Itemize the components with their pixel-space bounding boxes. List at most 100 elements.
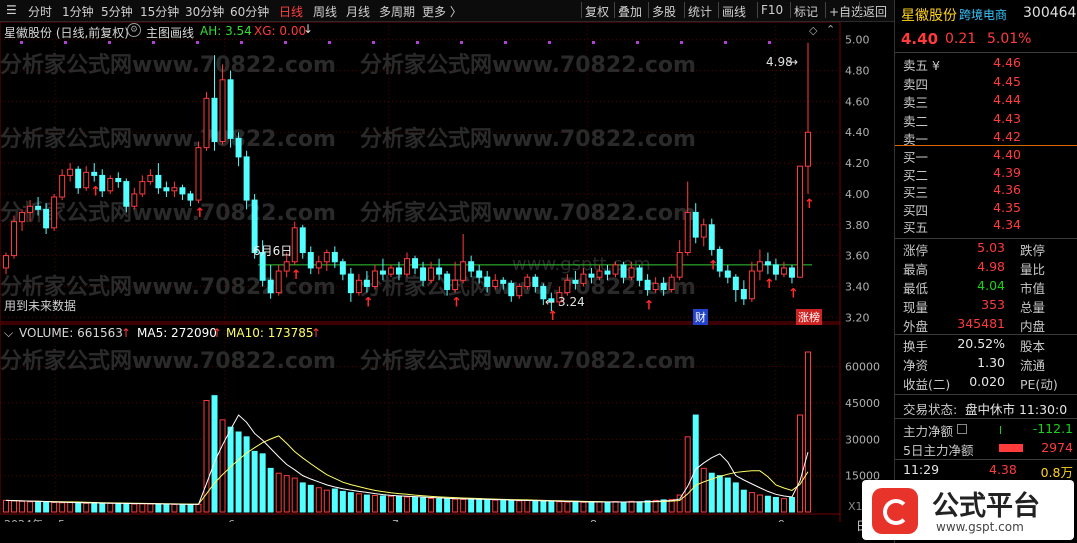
toolbar-item-6[interactable]: 日线 — [279, 3, 303, 20]
candle-body — [235, 137, 242, 158]
candle-body — [564, 279, 571, 294]
ask-row[interactable]: 卖二 4.43 — [895, 111, 1077, 129]
volume-bar — [115, 503, 122, 513]
toolbar-item-3[interactable]: 15分钟 — [140, 3, 179, 20]
volume-bar — [3, 499, 9, 513]
main-net5-label: 5日主力净额 — [903, 443, 974, 458]
toolbar-action-2[interactable]: 多股 — [652, 3, 676, 20]
volume-tick-label: 30000 — [845, 433, 880, 446]
volume-bar — [139, 503, 146, 513]
volume-bar — [516, 500, 523, 513]
volume-bar — [259, 453, 266, 513]
stat-row[interactable]: 现量 353 总量 — [895, 297, 1077, 315]
volume-bar — [716, 475, 723, 513]
toolbar-item-2[interactable]: 5分钟 — [101, 3, 133, 20]
signal-dot — [768, 41, 771, 44]
candle-body — [195, 147, 202, 201]
ma5-up-arrow-icon: ↑ — [212, 326, 223, 340]
stat2-row[interactable]: 净资 1.30 流通 — [895, 355, 1077, 373]
signal-dot — [680, 41, 683, 44]
volume-bar — [596, 501, 603, 513]
volume-bar — [355, 493, 362, 513]
stat2-value: 1.30 — [977, 355, 1005, 370]
chart-collapse-icon[interactable]: ⌵ — [4, 326, 13, 341]
bid-row[interactable]: 买五 4.34 — [895, 217, 1077, 235]
stat-row[interactable]: 涨停 5.03 跌停 — [895, 240, 1077, 258]
up-caret-icon[interactable]: ⌃ — [826, 23, 835, 36]
candle-body — [315, 261, 322, 269]
kline-chart-svg[interactable]: 5.00 4.80 4.60 4.40 4.20 4.00 3.80 3.60 3.40 3.20… — [0, 21, 890, 531]
brand-logo[interactable]: 公式平台 www.gspt.com — [862, 480, 1074, 540]
volume-bar — [540, 500, 547, 513]
settings-icon[interactable]: ⚙ — [127, 23, 141, 37]
stat-row[interactable]: 外盘 345481 内盘 — [895, 316, 1077, 334]
menu-icon[interactable]: ☰ — [6, 3, 17, 17]
toolbar-item-10[interactable]: 更多 〉 — [422, 3, 462, 20]
toolbar-item-5[interactable]: 60分钟 — [230, 3, 269, 20]
toolbar-action-4[interactable]: 画线 — [722, 3, 746, 20]
candle-body — [428, 267, 435, 281]
toolbar-action-0[interactable]: 复权 — [585, 3, 609, 20]
ah-value: AH: 3.54 — [200, 24, 252, 38]
stat-row[interactable]: 最高 4.98 量比 — [895, 259, 1077, 277]
bid-row[interactable]: 买四 4.35 — [895, 200, 1077, 218]
candle-body — [91, 171, 98, 176]
sector-name[interactable]: 跨境电商 — [959, 6, 1007, 23]
kline-chart-area[interactable]: 5.00 4.80 4.60 4.40 4.20 4.00 3.80 3.60 3.40 3.20… — [0, 21, 890, 531]
candle-body — [27, 205, 34, 213]
candle-body — [179, 187, 186, 195]
volume-bar — [484, 499, 491, 513]
volume-bar — [187, 503, 194, 513]
toolbar-separator — [684, 2, 685, 18]
ask-label: 卖二 — [903, 113, 929, 129]
limit-up-badge[interactable]: 涨榜 — [796, 309, 822, 325]
checkbox-icon[interactable] — [957, 424, 967, 434]
ask-row[interactable]: 卖三 4.44 — [895, 92, 1077, 110]
candle-body — [115, 178, 122, 183]
bid-row[interactable]: 买二 4.39 — [895, 165, 1077, 183]
toolbar-item-8[interactable]: 月线 — [346, 3, 370, 20]
stat2-row[interactable]: 收益(二) 0.020 PE(动) — [895, 374, 1077, 392]
signal-dot — [20, 41, 23, 44]
candle-body — [412, 258, 419, 269]
ask-row[interactable]: 卖四 4.45 — [895, 74, 1077, 92]
toolbar-action-8[interactable]: 返回 — [863, 3, 887, 20]
toolbar-action-1[interactable]: 叠加 — [618, 3, 642, 20]
candle-body — [299, 227, 306, 254]
toolbar-action-5[interactable]: F10 — [761, 3, 783, 17]
ask-row[interactable]: 卖五 ¥ 4.46 — [895, 55, 1077, 73]
volume-bar — [692, 414, 699, 513]
volume-bar — [748, 492, 755, 513]
diamond-icon[interactable]: ◇ — [809, 24, 817, 37]
main-net5-row: 5日主力净额 2974 — [895, 440, 1077, 458]
toolbar-item-0[interactable]: 分时 — [28, 3, 52, 20]
watermark-text: 分析家公式网www.70822.com — [0, 348, 336, 374]
candle-body — [636, 267, 643, 281]
stat2-label-right: 股本 — [1020, 339, 1046, 354]
toolbar-separator — [614, 2, 615, 18]
volume-bar — [532, 500, 539, 513]
candle-body — [468, 261, 475, 272]
stat-row[interactable]: 最低 4.04 市值 — [895, 278, 1077, 296]
candle-body — [508, 282, 515, 297]
stat-label: 现量 — [903, 300, 929, 315]
volume-bar — [299, 482, 306, 513]
bid-row[interactable]: 买三 4.36 — [895, 182, 1077, 200]
candle-body — [291, 227, 298, 263]
finance-badge[interactable]: 财 — [693, 309, 708, 325]
toolbar-item-7[interactable]: 周线 — [313, 3, 337, 20]
candle-body — [764, 261, 771, 266]
toolbar-item-1[interactable]: 1分钟 — [62, 3, 94, 20]
stat2-row[interactable]: 换手 20.52% 股本 — [895, 336, 1077, 354]
stat-label-right: 跌停 — [1020, 243, 1046, 258]
toolbar-action-6[interactable]: 标记 — [794, 3, 818, 20]
toolbar-item-4[interactable]: 30分钟 — [185, 3, 224, 20]
candle-body — [724, 270, 731, 278]
volume-bar — [131, 503, 138, 513]
toolbar-item-9[interactable]: 多周期 — [379, 3, 415, 20]
toolbar-action-3[interactable]: 统计 — [688, 3, 712, 20]
signal-dot — [196, 41, 199, 44]
bid-row[interactable]: 买一 4.40 — [895, 147, 1077, 165]
volume-bar — [331, 488, 338, 513]
toolbar-action-7[interactable]: +自选 — [829, 3, 863, 20]
